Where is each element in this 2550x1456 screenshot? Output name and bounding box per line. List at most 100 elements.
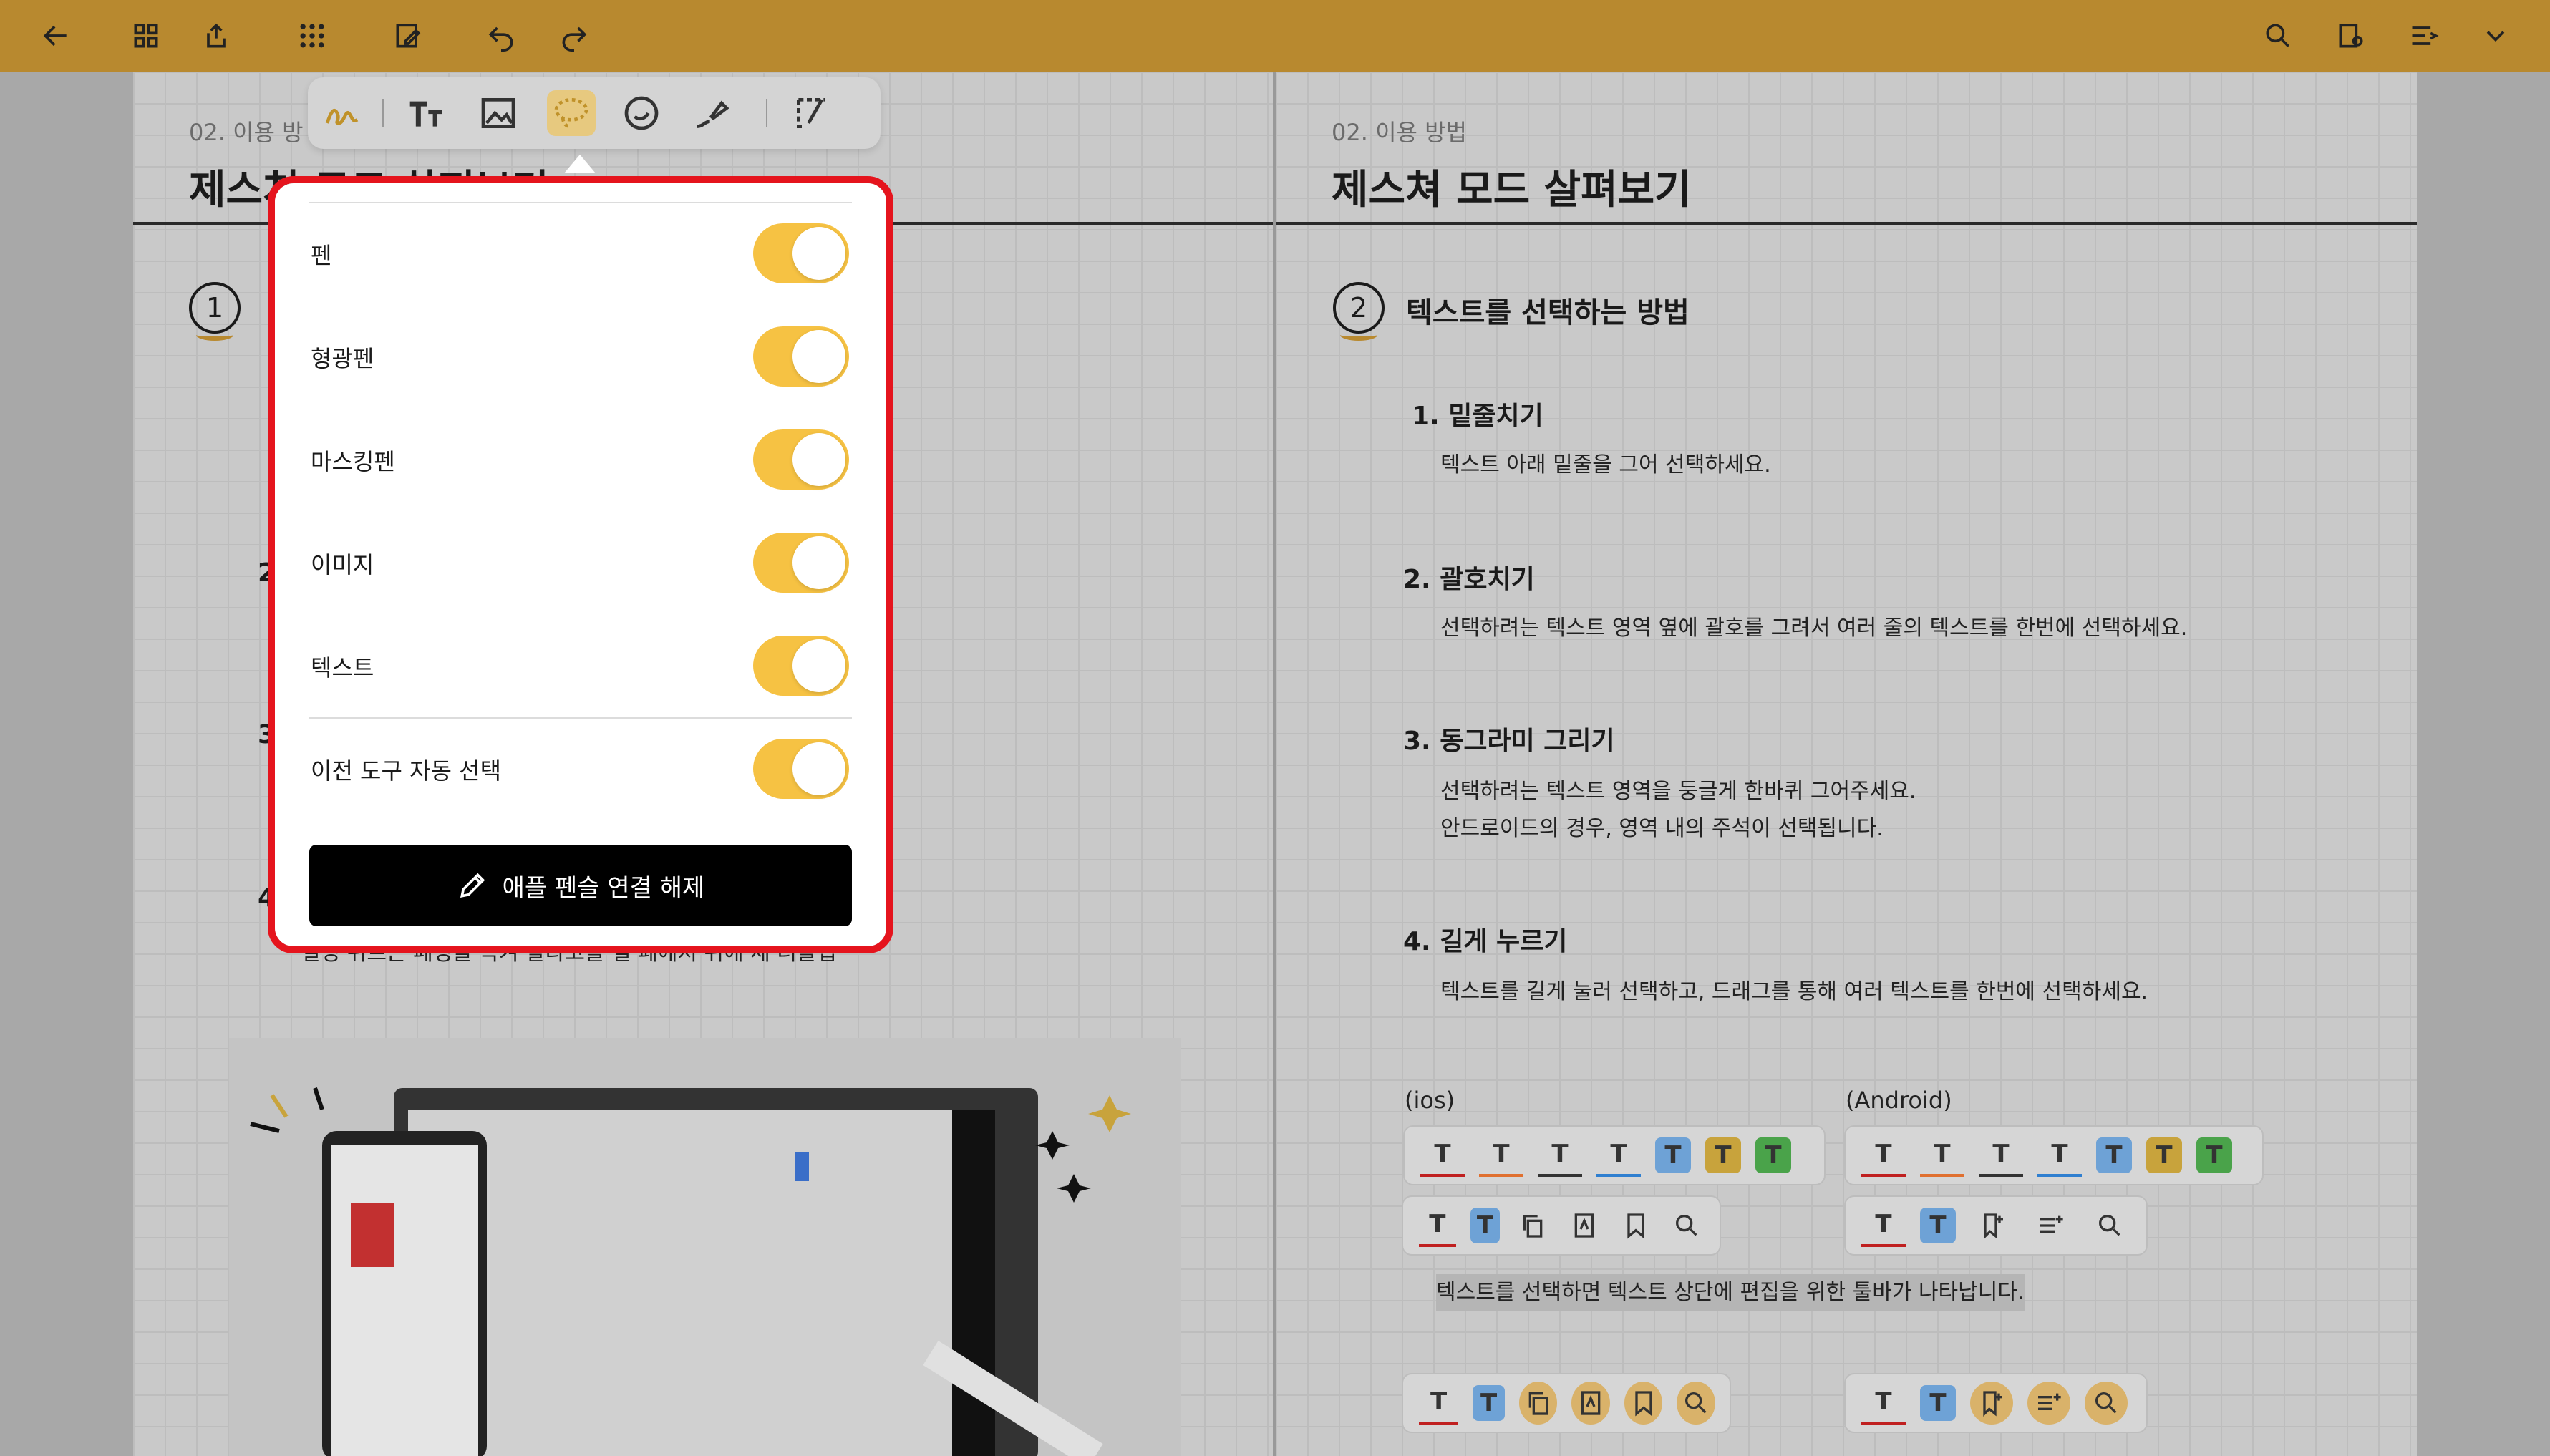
- lasso-settings-popup: 펜 형광펜 마스킹펜 이미지 텍스트 이전 도구 자동 선택 애플 펜슬 연결 …: [275, 183, 886, 946]
- popup-divider: [309, 717, 852, 719]
- underline-red-icon: T: [1419, 1204, 1456, 1247]
- underline-blue-icon: T: [2037, 1134, 2082, 1177]
- lasso-tool-icon[interactable]: [547, 90, 596, 136]
- android-format-toolbar: T T T T T T T: [1844, 1125, 2264, 1185]
- toggle-auto-select-previous-tool[interactable]: [753, 739, 849, 799]
- highlight-green-icon: T: [2196, 1137, 2232, 1173]
- chevron-down-icon[interactable]: [2477, 17, 2514, 54]
- left-page-crumb: 02. 이용 방: [189, 119, 304, 146]
- underline-red-icon: T: [1861, 1204, 1906, 1247]
- popup-divider: [309, 202, 852, 203]
- toolbar-separator: [382, 99, 384, 127]
- search-icon[interactable]: [2259, 17, 2297, 54]
- popup-caret: [564, 155, 596, 173]
- right-page-crumb: 02. 이용 방법: [1332, 119, 1467, 146]
- search-icon: [1677, 1382, 1715, 1425]
- underline-red-icon: T: [1419, 1382, 1459, 1425]
- pencil-icon: [460, 873, 485, 898]
- list-add-icon: [2027, 1382, 2070, 1425]
- disconnect-pencil-label: 애플 펜슬 연결 해제: [502, 873, 705, 903]
- edit-page-icon[interactable]: [389, 17, 427, 54]
- apps-icon[interactable]: [294, 17, 331, 54]
- right-section-title: 텍스트를 선택하는 방법: [1406, 296, 1690, 329]
- underline-blue-icon: T: [1596, 1134, 1641, 1177]
- android-action-toolbar: T T: [1844, 1195, 2148, 1256]
- toggle-label-pen: 펜: [311, 242, 332, 269]
- toggle-label-auto-select: 이전 도구 자동 선택: [311, 757, 502, 785]
- top-toolbar: [0, 0, 2550, 72]
- list-add-icon: [2029, 1204, 2073, 1247]
- right-page-rule: [1276, 222, 2417, 225]
- disconnect-pencil-button[interactable]: 애플 펜슬 연결 해제: [309, 845, 852, 926]
- pen-toolbar: [308, 77, 881, 149]
- copy-icon: [1514, 1204, 1551, 1247]
- undo-icon[interactable]: [483, 17, 520, 54]
- eraser-tool-icon[interactable]: [687, 90, 736, 136]
- ios-format-toolbar: T T T T T T T: [1403, 1125, 1826, 1185]
- sticker-tool-icon[interactable]: [617, 90, 666, 136]
- android-toolbar-bottom: T T: [1844, 1373, 2148, 1433]
- item-body: 텍스트를 길게 눌러 선택하고, 드래그를 통해 여러 텍스트를 한번에 선택하…: [1440, 979, 2148, 1004]
- highlight-blue-icon: T: [1470, 1208, 1501, 1243]
- toggle-highlighter[interactable]: [753, 326, 849, 387]
- item-body: 텍스트 아래 밑줄을 그어 선택하세요.: [1440, 452, 1771, 477]
- underline-orange-icon: T: [1479, 1134, 1523, 1177]
- item-body: 선택하려는 텍스트 영역을 둥글게 한바퀴 그어주세요.: [1440, 779, 1916, 804]
- item-heading: 4. 길게 누르기: [1403, 927, 1568, 956]
- page-settings-icon[interactable]: [2332, 17, 2370, 54]
- highlight-yellow-icon: T: [2146, 1137, 2182, 1173]
- toggle-masking-pen[interactable]: [753, 429, 849, 490]
- item-body: 안드로이드의 경우, 영역 내의 주석이 선택됩니다.: [1440, 816, 1884, 841]
- highlight-blue-icon: T: [2096, 1137, 2132, 1173]
- bookmark-icon: [1617, 1204, 1654, 1247]
- toggle-label-image: 이미지: [311, 551, 374, 578]
- image-tool-icon[interactable]: [474, 90, 523, 136]
- highlight-blue-icon: T: [1473, 1385, 1505, 1421]
- search-icon: [2088, 1204, 2132, 1247]
- underline-orange-icon: T: [1920, 1134, 1964, 1177]
- back-arrow-icon[interactable]: [37, 17, 74, 54]
- toggle-image[interactable]: [753, 533, 849, 593]
- menu-icon[interactable]: [2405, 17, 2443, 54]
- toggle-label-highlighter: 형광펜: [311, 345, 374, 372]
- highlight-yellow-icon: T: [1705, 1137, 1741, 1173]
- grid-icon[interactable]: [127, 17, 165, 54]
- underline-red-icon: T: [1420, 1134, 1465, 1177]
- right-section-number: 2: [1333, 282, 1385, 341]
- item-heading: 3. 동그라미 그리기: [1403, 727, 1615, 756]
- item-heading: 2. 괄호치기: [1403, 565, 1535, 594]
- toggle-label-masking-pen: 마스킹펜: [311, 448, 395, 475]
- toggle-pen[interactable]: [753, 223, 849, 283]
- crop-tool-icon[interactable]: [787, 90, 836, 136]
- toggle-label-text: 텍스트: [311, 654, 374, 681]
- ios-toolbar-bottom: T T: [1402, 1373, 1731, 1433]
- search-icon: [2085, 1382, 2128, 1425]
- platform-android-label: (Android): [1846, 1087, 1952, 1114]
- underline-red-icon: T: [1861, 1134, 1906, 1177]
- highlight-blue-icon: T: [1655, 1137, 1691, 1173]
- page-gutter: [1273, 72, 1276, 1456]
- platform-ios-label: (ios): [1405, 1087, 1455, 1114]
- left-section-number: 1: [189, 282, 241, 341]
- illustration-image: [229, 1038, 1181, 1456]
- text-tool-icon[interactable]: [402, 90, 451, 136]
- toolbar-caption: 텍스트를 선택하면 텍스트 상단에 편집을 위한 툴바가 나타납니다.: [1436, 1274, 2025, 1311]
- highlight-blue-icon: T: [1920, 1385, 1956, 1421]
- export-icon[interactable]: [198, 17, 235, 54]
- redo-icon[interactable]: [556, 17, 593, 54]
- search-icon: [1668, 1204, 1705, 1247]
- bookmark-add-icon: [1970, 1204, 2015, 1247]
- text-box-icon: [1566, 1204, 1603, 1247]
- highlight-green-icon: T: [1755, 1137, 1791, 1173]
- toggle-text[interactable]: [753, 636, 849, 696]
- right-page-title: 제스쳐 모드 살펴보기: [1332, 167, 1692, 213]
- copy-icon: [1518, 1382, 1558, 1425]
- bookmark-add-icon: [1970, 1382, 2013, 1425]
- pen-tool-icon[interactable]: [318, 90, 367, 136]
- underline-gray-icon: T: [1538, 1134, 1582, 1177]
- text-box-icon: [1571, 1382, 1610, 1425]
- highlight-blue-icon: T: [1920, 1208, 1956, 1243]
- underline-red-icon: T: [1861, 1382, 1906, 1425]
- item-heading: 1. 밑줄치기: [1412, 402, 1543, 431]
- bookmark-icon: [1624, 1382, 1663, 1425]
